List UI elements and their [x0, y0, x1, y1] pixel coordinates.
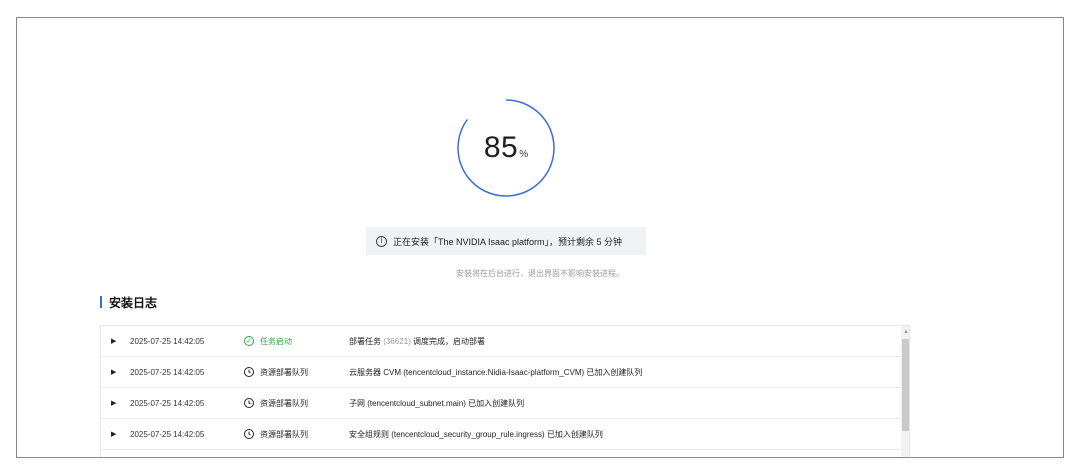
log-message-text: 安全组规则 (tencentcloud_security_group_rule.… — [349, 429, 603, 439]
log-message: 安全组规则 (tencentcloud_security_group_rule.… — [349, 429, 603, 440]
expand-arrow-icon[interactable]: ▶ — [111, 337, 116, 345]
log-time: 2025-07-25 14:42:05 — [130, 336, 205, 346]
log-message-text: 部署任务 — [349, 336, 384, 346]
log-status-label: 资源部署队列 — [260, 429, 308, 439]
log-row[interactable]: ▶ 2025-07-25 14:42:05 资源部署队列 子网 (tencentclo… — [101, 388, 901, 419]
install-status-banner: i 正在安装「The NVIDIA Isaac platform」，预计剩余 5… — [366, 227, 646, 255]
check-circle-icon: ✓ — [244, 336, 254, 346]
background-install-note: 安装将在后台进行，退出界面不影响安装进程。 — [456, 269, 624, 278]
log-time: 2025-07-25 14:42:05 — [130, 398, 205, 408]
log-status-label: 资源部署队列 — [260, 367, 308, 377]
log-status: 资源部署队列 — [244, 367, 308, 378]
clock-icon — [244, 429, 254, 439]
log-message-tail: 调度完成，启动部署 — [410, 336, 486, 346]
install-status-text: 正在安装「The NVIDIA Isaac platform」，预计剩余 5 分… — [393, 236, 623, 247]
expand-arrow-icon[interactable]: ▶ — [111, 399, 116, 407]
clock-icon — [244, 367, 254, 377]
log-row[interactable]: ▶ 2025-07-25 14:42:05 ✓ 任务启动 部署任务 (36621) 调度… — [101, 326, 901, 357]
clock-icon — [244, 398, 254, 408]
log-message: 子网 (tencentcloud_subnet.main) 已加入创建队列 — [349, 398, 524, 409]
progress-value: 85 — [483, 131, 519, 164]
log-message-text: 云服务器 CVM (tencentcloud_instance.Nidia-Is… — [349, 367, 643, 377]
log-message: 部署任务 (36621) 调度完成，启动部署 — [349, 336, 485, 347]
install-panel: 85 % i 正在安装「The NVIDIA Isaac platform」，预… — [16, 17, 1064, 458]
progress-unit: % — [519, 148, 529, 160]
scrollbar-thumb[interactable] — [902, 339, 909, 431]
log-status-label: 资源部署队列 — [260, 398, 308, 408]
log-time: 2025-07-25 14:42:05 — [130, 429, 205, 439]
install-log-title: 安装日志 — [109, 295, 158, 310]
log-status-label: 任务启动 — [260, 336, 292, 346]
install-log-table: ▶ 2025-07-25 14:42:05 ✓ 任务启动 部署任务 (36621) 调度… — [100, 325, 910, 457]
title-accent-bar — [100, 296, 102, 308]
log-time: 2025-07-25 14:42:05 — [130, 367, 205, 377]
scroll-up-icon[interactable]: ▲ — [903, 329, 909, 335]
log-row[interactable]: ▶ 2025-07-25 14:42:05 资源部署队列 安全组规则 (tencent… — [101, 419, 901, 450]
log-row[interactable]: ▶ 2025-07-25 14:42:05 资源部署队列 云服务器 CVM (tenc… — [101, 357, 901, 388]
log-status: ✓ 任务启动 — [244, 336, 292, 347]
progress-ring: 85 % — [455, 97, 557, 199]
log-status: 资源部署队列 — [244, 398, 308, 409]
log-task-id: (36621) — [383, 336, 411, 346]
log-message: 云服务器 CVM (tencentcloud_instance.Nidia-Is… — [349, 367, 642, 378]
expand-arrow-icon[interactable]: ▶ — [111, 430, 116, 438]
log-scrollbar[interactable]: ▲ — [901, 326, 909, 457]
log-message-text: 子网 (tencentcloud_subnet.main) 已加入创建队列 — [349, 398, 525, 408]
info-icon: i — [376, 235, 387, 247]
section-title: 安装日志 — [100, 295, 158, 310]
expand-arrow-icon[interactable]: ▶ — [111, 368, 116, 376]
log-status: 资源部署队列 — [244, 429, 308, 440]
